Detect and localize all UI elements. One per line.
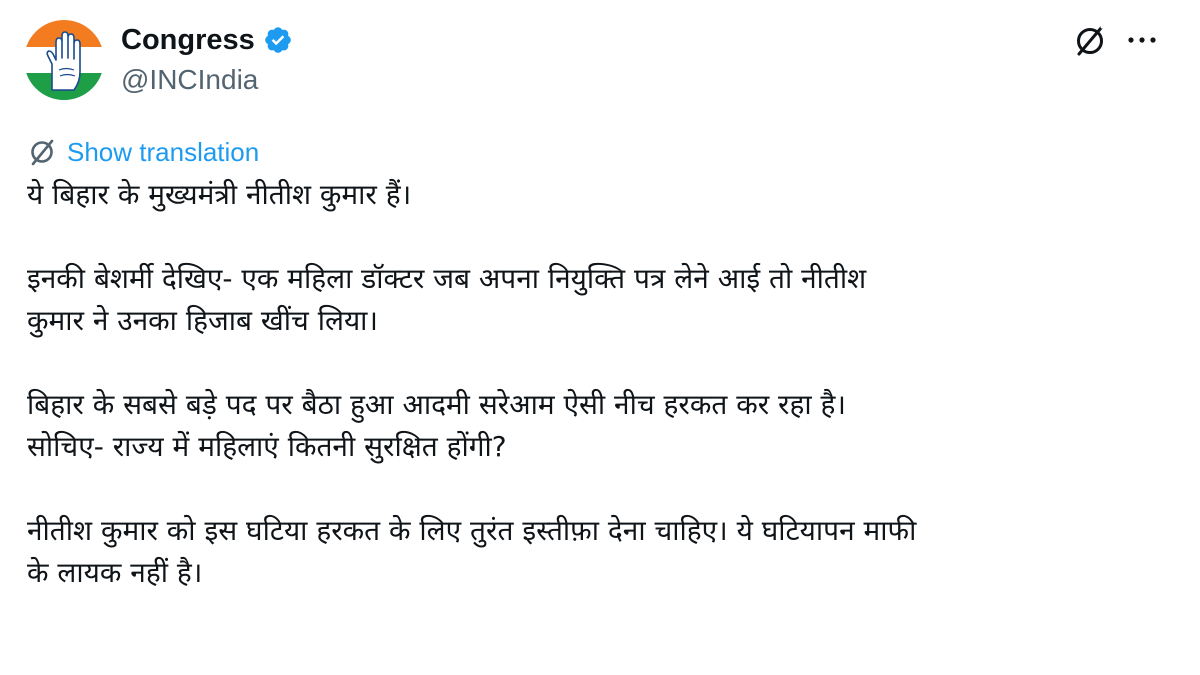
translate-icon [31,139,54,166]
tweet-line: सोचिए- राज्य में महिलाएं कितनी सुरक्षित … [27,430,507,463]
more-icon[interactable] [1124,26,1160,56]
tweet-line: बिहार के सबसे बड़े पद पर बैठा हुआ आदमी स… [27,388,847,421]
author-handle[interactable]: @INCIndia [121,63,258,97]
grok-icon[interactable] [1071,22,1109,60]
avatar[interactable] [24,20,104,100]
tweet-paragraph: बिहार के सबसे बड़े पद पर बैठा हुआ आदमी स… [27,384,1167,468]
tweet-line: कुमार ने उनका हिजाब खींच लिया। [27,304,379,337]
tweet-paragraph: इनकी बेशर्मी देखिए- एक महिला डॉक्टर जब अ… [27,258,1167,342]
show-translation-label: Show translation [67,137,260,167]
tweet-line: नीतीश कुमार को इस घटिया हरकत के लिए तुरं… [27,514,917,547]
tweet-line: ये बिहार के मुख्यमंत्री नीतीश कुमार हैं। [27,178,412,211]
verified-badge-icon [264,27,291,53]
show-translation-button[interactable]: Show translation [27,136,259,168]
tweet-line: के लायक नहीं है। [27,556,203,589]
tweet-text: ये बिहार के मुख्यमंत्री नीतीश कुमार हैं।… [27,174,1167,594]
author-display-name[interactable]: Congress [121,22,255,58]
tweet-paragraph: ये बिहार के मुख्यमंत्री नीतीश कुमार हैं। [27,174,1167,216]
congress-hand-logo-icon [24,20,104,100]
tweet-paragraph: नीतीश कुमार को इस घटिया हरकत के लिए तुरं… [27,510,1167,594]
tweet-line: इनकी बेशर्मी देखिए- एक महिला डॉक्टर जब अ… [27,262,867,295]
